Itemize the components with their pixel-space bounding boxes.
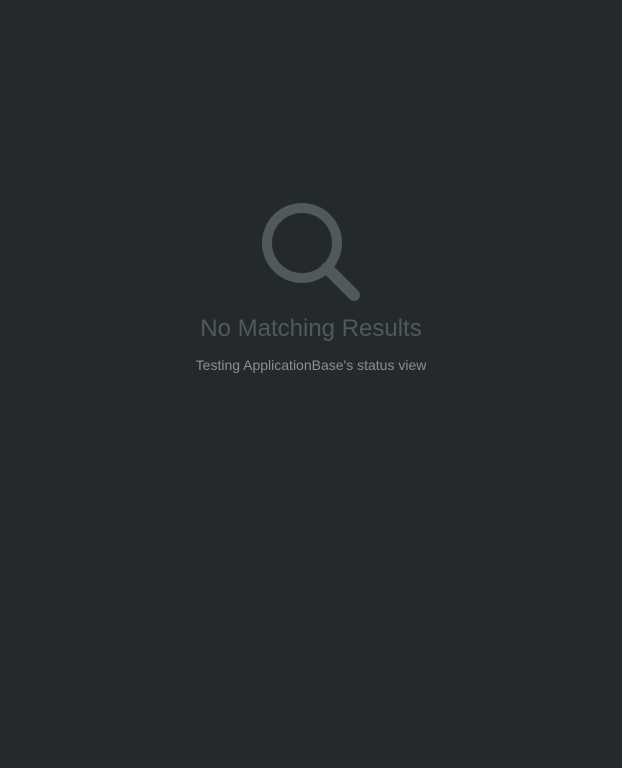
search-icon xyxy=(262,203,360,301)
status-title: No Matching Results xyxy=(200,315,422,342)
status-description: Testing ApplicationBase's status view xyxy=(195,357,427,373)
status-view: No Matching Results Testing ApplicationB… xyxy=(0,0,622,768)
